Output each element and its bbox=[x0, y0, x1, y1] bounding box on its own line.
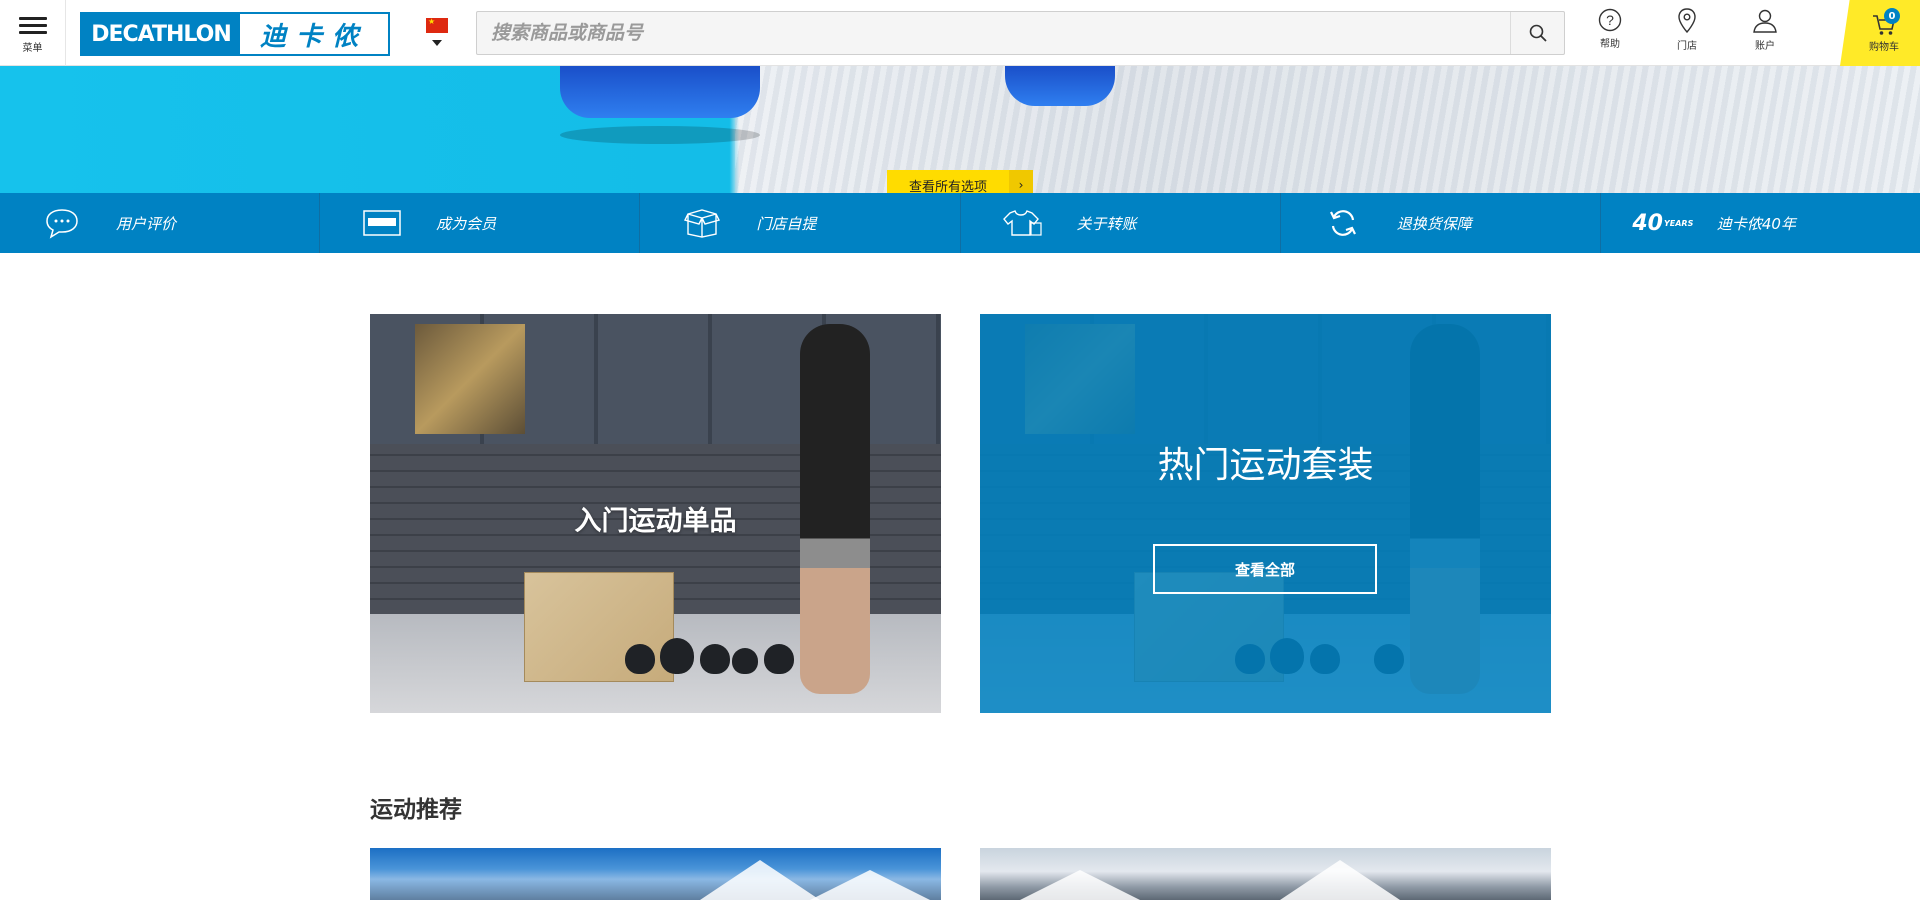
shirt-icon bbox=[1001, 206, 1045, 240]
account-label: 账户 bbox=[1755, 41, 1775, 52]
service-pickup-label: 门店自提 bbox=[756, 214, 817, 233]
promo-card-entry-level[interactable]: 入门运动单品 bbox=[370, 314, 941, 713]
service-reviews[interactable]: 用户评价 bbox=[0, 193, 321, 253]
service-40-years[interactable]: 40 YEARS 迪卡侬40年 bbox=[1601, 193, 1920, 253]
hero-banner[interactable]: 查看所有选项 › ‹ bbox=[0, 66, 1920, 193]
view-all-button[interactable]: 查看全部 bbox=[1153, 544, 1377, 594]
service-membership-label: 成为会员 bbox=[436, 214, 497, 233]
ski-boot-image-2 bbox=[1005, 66, 1115, 106]
service-returns[interactable]: 退换货保障 bbox=[1281, 193, 1601, 253]
logo-text-cn: 迪卡侬 bbox=[259, 21, 368, 52]
cart-label: 购物车 bbox=[1869, 41, 1899, 53]
search-input[interactable] bbox=[477, 12, 1510, 54]
blue-overlay bbox=[980, 314, 1551, 713]
question-icon: ? bbox=[1598, 8, 1622, 32]
service-bar: 用户评价 成为会员 门店自提 关于转账 退换货保障 40 YEARS 迪卡侬40… bbox=[0, 193, 1920, 253]
recommend-card-1-image[interactable] bbox=[370, 848, 941, 900]
refresh-icon bbox=[1321, 206, 1365, 240]
help-button[interactable]: ? 帮助 bbox=[1580, 8, 1640, 58]
years-badge-number: 40 bbox=[1632, 210, 1663, 236]
store-button[interactable]: 门店 bbox=[1657, 8, 1717, 58]
service-reviews-label: 用户评价 bbox=[116, 214, 177, 233]
location-pin-icon bbox=[1678, 8, 1696, 34]
box-icon bbox=[680, 206, 724, 240]
service-transfer[interactable]: 关于转账 bbox=[961, 193, 1281, 253]
menu-label: 菜单 bbox=[22, 42, 43, 54]
cart-button[interactable]: 0 购物车 bbox=[1840, 0, 1920, 66]
hero-cta-label: 查看所有选项 bbox=[908, 179, 987, 194]
hamburger-icon bbox=[18, 13, 47, 38]
logo-text-en: DECATHLON bbox=[82, 14, 240, 54]
store-label: 门店 bbox=[1677, 41, 1697, 52]
svg-text:?: ? bbox=[1606, 12, 1614, 28]
40-years-icon: 40 YEARS bbox=[1632, 206, 1693, 240]
china-flag-icon bbox=[426, 17, 448, 33]
years-badge-text: YEARS bbox=[1663, 218, 1694, 228]
service-returns-label: 退换货保障 bbox=[1396, 214, 1472, 233]
boot-shadow bbox=[560, 126, 760, 144]
chevron-right-icon: › bbox=[1009, 170, 1033, 193]
search-icon bbox=[1529, 24, 1547, 42]
ski-boot-image bbox=[560, 66, 760, 118]
chat-bubble-icon bbox=[40, 206, 84, 240]
promo-right-title: 热门运动套装 bbox=[1157, 445, 1374, 486]
search-bar bbox=[476, 11, 1565, 55]
caret-down-icon bbox=[432, 40, 442, 46]
service-membership[interactable]: 成为会员 bbox=[320, 193, 641, 253]
service-pickup[interactable]: 门店自提 bbox=[640, 193, 961, 253]
cart-count-badge: 0 bbox=[1884, 8, 1900, 24]
decathlon-logo[interactable]: DECATHLON 迪卡侬 bbox=[80, 12, 390, 56]
promo-card-popular-sets[interactable]: 热门运动套装 查看全部 bbox=[980, 314, 1551, 713]
recommend-section-title: 运动推荐 bbox=[370, 797, 462, 823]
promo-left-title: 入门运动单品 bbox=[574, 506, 737, 537]
account-button[interactable]: 账户 bbox=[1735, 8, 1795, 58]
site-header: 菜单 DECATHLON 迪卡侬 ? 帮助 门店 bbox=[0, 0, 1920, 66]
menu-button[interactable]: 菜单 bbox=[0, 0, 66, 66]
country-selector[interactable] bbox=[426, 17, 450, 50]
service-transfer-label: 关于转账 bbox=[1076, 214, 1137, 233]
user-icon bbox=[1753, 9, 1777, 33]
search-button[interactable] bbox=[1510, 12, 1564, 54]
help-label: 帮助 bbox=[1600, 39, 1620, 50]
recommend-card-2-image[interactable] bbox=[980, 848, 1551, 900]
member-card-icon bbox=[360, 206, 404, 240]
hero-view-all-button[interactable]: 查看所有选项 › bbox=[887, 170, 1033, 193]
service-40-years-label: 迪卡侬40年 bbox=[1716, 214, 1796, 233]
